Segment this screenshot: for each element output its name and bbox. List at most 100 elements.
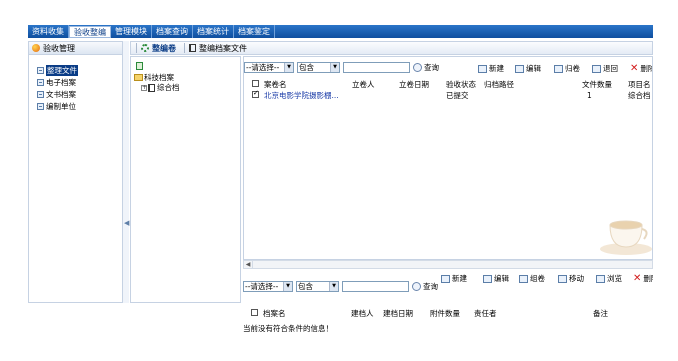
- column-header[interactable]: 文件数量: [582, 79, 612, 90]
- search-label: 查询: [424, 62, 439, 72]
- return-button[interactable]: 退回: [592, 63, 618, 74]
- edit-volume-button[interactable]: 整编卷: [141, 43, 176, 54]
- file-search-label: 查询: [423, 281, 438, 291]
- sidebar-item-label: 整理文件: [46, 65, 78, 76]
- sidebar-item-organize-files[interactable]: 整理文件: [29, 65, 122, 76]
- file-grid-panel: --请选择-- ▼ 包含 ▼ 查询 新建 编辑 组卷 移动 浏览 ✕删除: [243, 270, 653, 303]
- delete-label: 删除: [640, 64, 652, 73]
- sidebar-item-electronic-archives[interactable]: 电子档案: [29, 77, 122, 88]
- search-input[interactable]: [343, 61, 410, 73]
- return-label: 退回: [603, 64, 618, 73]
- document-icon: [37, 67, 44, 74]
- column-header[interactable]: 责任者: [474, 308, 497, 319]
- panel-splitter[interactable]: ◀: [123, 41, 129, 303]
- sidebar-item-document-archives[interactable]: 文书档案: [29, 89, 122, 100]
- sidebar-item-compiling-unit[interactable]: 编制单位: [29, 101, 122, 112]
- return-icon: [592, 64, 601, 73]
- cell-project: 综合档: [628, 90, 651, 100]
- chevron-down-icon: ▼: [330, 62, 339, 72]
- file-new-label: 新建: [452, 274, 467, 283]
- top-navigation: 资料收集 验收整编 管理模块 档案查询 档案统计 档案鉴定: [28, 25, 653, 38]
- tab-statistics[interactable]: 档案统计: [193, 25, 234, 38]
- new-button[interactable]: 新建: [478, 63, 504, 74]
- refresh-icon[interactable]: [136, 62, 143, 70]
- file-search-input[interactable]: [342, 280, 409, 292]
- field-select[interactable]: --请选择-- ▼: [244, 61, 294, 73]
- search-button[interactable]: 查询: [413, 62, 439, 73]
- column-header[interactable]: 项目名: [628, 79, 651, 90]
- file-search-button[interactable]: 查询: [412, 281, 438, 292]
- volume-grid-header: 案卷名 立卷人 立卷日期 验收状态 归档路径 文件数量 项目名: [244, 79, 652, 90]
- edit-icon: [483, 274, 492, 283]
- column-header[interactable]: 档案名: [263, 308, 286, 319]
- scroll-left-icon[interactable]: ◀: [244, 261, 253, 268]
- file-operator-select[interactable]: 包含 ▼: [296, 280, 339, 292]
- group-volume-button[interactable]: 组卷: [519, 273, 545, 284]
- search-icon: [413, 62, 422, 72]
- chevron-down-icon: ▼: [283, 281, 292, 291]
- new-label: 新建: [489, 64, 504, 73]
- main-toolbar: 整编卷 整编档案文件: [130, 41, 653, 55]
- edit-archive-files-button[interactable]: 整编档案文件: [189, 43, 247, 54]
- volume-filter-row: --请选择-- ▼ 包含 ▼ 查询: [244, 61, 439, 73]
- collapse-arrow-icon[interactable]: ◀: [124, 219, 129, 227]
- empty-state-message: 当前没有符合条件的信息！: [243, 324, 333, 333]
- column-header[interactable]: 立卷人: [352, 79, 375, 90]
- column-header[interactable]: 附件数量: [430, 308, 460, 319]
- column-header[interactable]: 归档路径: [484, 79, 514, 90]
- tree-node-child[interactable]: + 综合档: [141, 82, 180, 93]
- volume-name-link[interactable]: 北京电影学院摄影棚...: [264, 90, 339, 101]
- expand-icon[interactable]: +: [141, 84, 147, 91]
- chevron-down-icon: ▼: [329, 281, 338, 291]
- browse-label: 浏览: [607, 274, 622, 283]
- document-icon: [37, 103, 44, 110]
- file-new-button[interactable]: 新建: [441, 273, 467, 284]
- tab-data-collection[interactable]: 资料收集: [28, 25, 69, 38]
- sidebar-item-label: 编制单位: [46, 102, 76, 111]
- tab-acceptance[interactable]: 验收整编: [69, 25, 111, 38]
- column-header[interactable]: 案卷名: [264, 79, 287, 90]
- book-icon: [189, 44, 196, 52]
- file-grid-header: 档案名 建档人 建档日期 附件数量 责任者 备注: [243, 308, 653, 318]
- column-header[interactable]: 立卷日期: [399, 79, 429, 90]
- move-button[interactable]: 移动: [558, 273, 584, 284]
- row-checkbox[interactable]: [252, 89, 259, 98]
- column-header[interactable]: 备注: [593, 308, 608, 319]
- horizontal-scrollbar[interactable]: ◀: [243, 260, 653, 269]
- file-operator-select-value: 包含: [298, 281, 313, 291]
- volume-grid-panel: --请选择-- ▼ 包含 ▼ 查询 新建 编辑 归卷 退回 ✕删除 案卷名 立卷…: [243, 56, 653, 260]
- file-select-all-checkbox[interactable]: [251, 309, 258, 316]
- folder-icon: [134, 74, 143, 81]
- column-header[interactable]: 验收状态: [446, 79, 476, 90]
- tab-query[interactable]: 档案查询: [152, 25, 193, 38]
- book-icon: [148, 83, 155, 92]
- file-delete-button[interactable]: ✕删除: [633, 273, 653, 284]
- search-icon: [412, 281, 421, 291]
- operator-select[interactable]: 包含 ▼: [297, 61, 340, 73]
- table-row[interactable]: 北京电影学院摄影棚... 已提交 1 综合档: [244, 89, 652, 101]
- file-edit-button[interactable]: 编辑: [483, 273, 509, 284]
- column-header[interactable]: 建档人: [351, 308, 374, 319]
- browse-icon: [596, 274, 605, 283]
- sidebar: 整理文件 电子档案 文书档案 编制单位: [28, 55, 123, 303]
- cell-count: 1: [587, 90, 592, 100]
- tab-appraisal[interactable]: 档案鉴定: [234, 25, 275, 38]
- select-all-checkbox[interactable]: [252, 80, 259, 87]
- archive-tree: 科技档案 + 综合档: [130, 56, 241, 303]
- toolbar-divider: [184, 43, 185, 53]
- file-field-select[interactable]: --请选择-- ▼: [243, 280, 293, 292]
- delete-icon: ✕: [630, 62, 639, 74]
- archive-button[interactable]: 归卷: [554, 63, 580, 74]
- file-field-select-value: --请选择--: [245, 281, 279, 291]
- column-header[interactable]: 建档日期: [383, 308, 413, 319]
- edit-label: 编辑: [526, 64, 541, 73]
- gear-icon: [141, 44, 149, 52]
- coffee-cup-decoration: [600, 220, 652, 255]
- tab-management[interactable]: 管理模块: [111, 25, 152, 38]
- edit-button[interactable]: 编辑: [515, 63, 541, 74]
- delete-button[interactable]: ✕删除: [630, 62, 652, 74]
- file-delete-label: 删除: [643, 274, 653, 283]
- document-icon: [37, 79, 44, 86]
- chevron-down-icon: ▼: [284, 62, 293, 72]
- browse-button[interactable]: 浏览: [596, 273, 622, 284]
